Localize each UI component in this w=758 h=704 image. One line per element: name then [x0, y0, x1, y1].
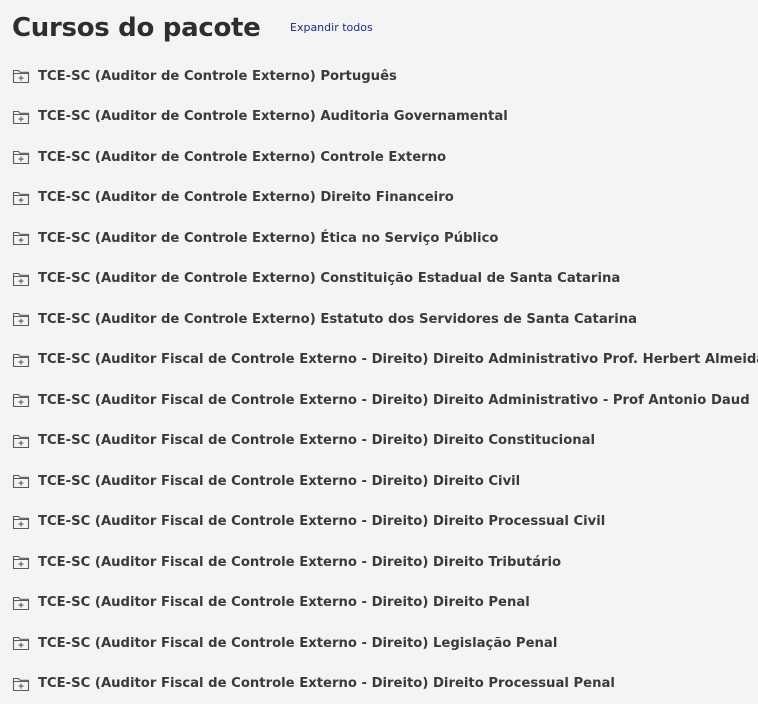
course-item[interactable]: TCE-SC (Auditor Fiscal de Controle Exter…: [12, 583, 752, 624]
course-label: TCE-SC (Auditor Fiscal de Controle Exter…: [38, 676, 615, 692]
course-item[interactable]: TCE-SC (Auditor de Controle Externo) Éti…: [12, 218, 752, 259]
course-label: TCE-SC (Auditor Fiscal de Controle Exter…: [38, 595, 530, 611]
folder-plus-icon[interactable]: [12, 392, 30, 408]
course-label: TCE-SC (Auditor Fiscal de Controle Exter…: [38, 635, 558, 651]
page-header: Cursos do pacote: [12, 8, 261, 48]
course-item[interactable]: TCE-SC (Auditor Fiscal de Controle Exter…: [12, 623, 752, 664]
course-label: TCE-SC (Auditor Fiscal de Controle Exter…: [38, 392, 750, 408]
folder-plus-icon[interactable]: [12, 109, 30, 125]
folder-plus-icon[interactable]: [12, 68, 30, 84]
course-label: TCE-SC (Auditor de Controle Externo) Aud…: [38, 109, 508, 125]
expand-all-link[interactable]: Expandir todos: [290, 21, 373, 34]
course-label: TCE-SC (Auditor de Controle Externo) Con…: [38, 271, 621, 287]
folder-plus-icon[interactable]: [12, 190, 30, 206]
folder-plus-icon[interactable]: [12, 514, 30, 530]
course-item[interactable]: TCE-SC (Auditor Fiscal de Controle Exter…: [12, 461, 752, 502]
folder-plus-icon[interactable]: [12, 676, 30, 692]
course-item[interactable]: TCE-SC (Auditor de Controle Externo) Con…: [12, 259, 752, 300]
course-item[interactable]: TCE-SC (Auditor de Controle Externo) Por…: [12, 56, 752, 97]
course-label: TCE-SC (Auditor de Controle Externo) Éti…: [38, 230, 499, 246]
folder-plus-icon[interactable]: [12, 554, 30, 570]
folder-plus-icon[interactable]: [12, 271, 30, 287]
course-item[interactable]: TCE-SC (Auditor de Controle Externo) Dir…: [12, 178, 752, 219]
course-item[interactable]: TCE-SC (Auditor de Controle Externo) Con…: [12, 137, 752, 178]
course-label: TCE-SC (Auditor de Controle Externo) Con…: [38, 149, 447, 165]
folder-plus-icon[interactable]: [12, 230, 30, 246]
course-label: TCE-SC (Auditor de Controle Externo) Est…: [38, 311, 638, 327]
folder-plus-icon[interactable]: [12, 473, 30, 489]
course-item[interactable]: TCE-SC (Auditor Fiscal de Controle Exter…: [12, 380, 752, 421]
course-item[interactable]: TCE-SC (Auditor de Controle Externo) Aud…: [12, 97, 752, 138]
page-title: Cursos do pacote: [12, 13, 261, 43]
course-item[interactable]: TCE-SC (Auditor de Controle Externo) Est…: [12, 299, 752, 340]
folder-plus-icon[interactable]: [12, 352, 30, 368]
course-item[interactable]: TCE-SC (Auditor Fiscal de Controle Exter…: [12, 421, 752, 462]
folder-plus-icon[interactable]: [12, 433, 30, 449]
course-label: TCE-SC (Auditor Fiscal de Controle Exter…: [38, 514, 606, 530]
course-item[interactable]: TCE-SC (Auditor Fiscal de Controle Exter…: [12, 664, 752, 704]
course-label: TCE-SC (Auditor Fiscal de Controle Exter…: [38, 554, 562, 570]
course-label: TCE-SC (Auditor de Controle Externo) Dir…: [38, 190, 454, 206]
course-label: TCE-SC (Auditor de Controle Externo) Por…: [38, 68, 397, 84]
folder-plus-icon[interactable]: [12, 149, 30, 165]
course-label: TCE-SC (Auditor Fiscal de Controle Exter…: [38, 473, 521, 489]
course-item[interactable]: TCE-SC (Auditor Fiscal de Controle Exter…: [12, 340, 758, 381]
folder-plus-icon[interactable]: [12, 311, 30, 327]
course-list: TCE-SC (Auditor de Controle Externo) Por…: [12, 56, 758, 704]
course-label: TCE-SC (Auditor Fiscal de Controle Exter…: [38, 352, 758, 368]
folder-plus-icon[interactable]: [12, 595, 30, 611]
course-label: TCE-SC (Auditor Fiscal de Controle Exter…: [38, 433, 596, 449]
course-item[interactable]: TCE-SC (Auditor Fiscal de Controle Exter…: [12, 542, 752, 583]
folder-plus-icon[interactable]: [12, 635, 30, 651]
course-item[interactable]: TCE-SC (Auditor Fiscal de Controle Exter…: [12, 502, 752, 543]
